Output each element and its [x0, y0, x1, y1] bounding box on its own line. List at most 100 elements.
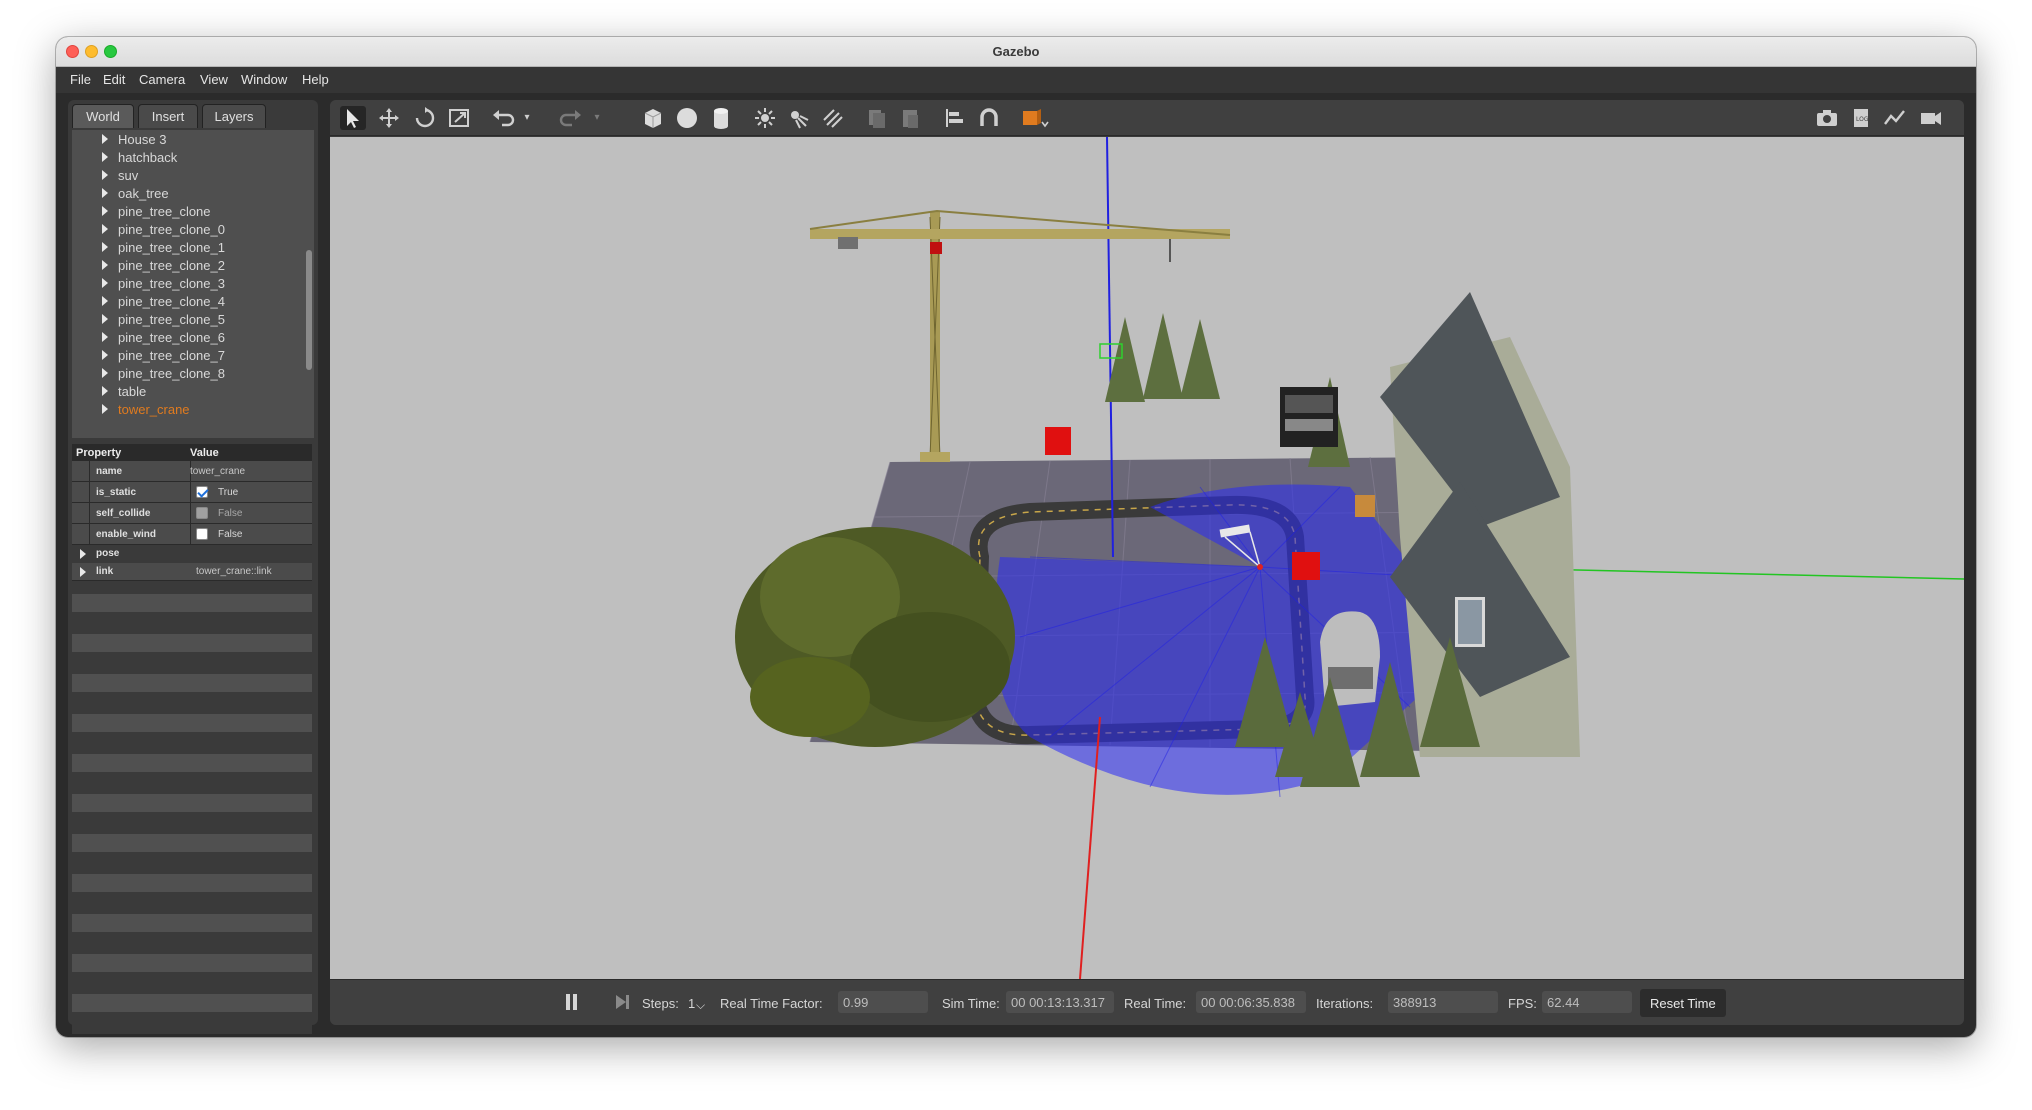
- view-angle-icon[interactable]: [1020, 106, 1049, 130]
- tree-item-pine-tree-clone-4[interactable]: pine_tree_clone_4: [72, 292, 292, 310]
- real-time-label: Real Time:: [1124, 996, 1187, 1011]
- expand-arrow-icon[interactable]: [102, 152, 108, 162]
- redo-icon[interactable]: [558, 106, 584, 130]
- expand-arrow-icon[interactable]: [80, 549, 86, 559]
- table-model[interactable]: [1355, 495, 1375, 517]
- tree-item-pine-tree-clone-1[interactable]: pine_tree_clone_1: [72, 238, 292, 256]
- undo-dropdown-icon[interactable]: ▾: [520, 106, 534, 130]
- spot-light-icon[interactable]: [786, 106, 812, 130]
- menu-help[interactable]: Help: [302, 72, 329, 87]
- property-row-is-static[interactable]: is_static True: [72, 482, 312, 503]
- tree-item-table[interactable]: table: [72, 382, 292, 400]
- reset-time-button[interactable]: Reset Time: [1640, 989, 1726, 1017]
- scale-mode-icon[interactable]: [446, 106, 472, 130]
- record-video-icon[interactable]: [1918, 106, 1944, 130]
- empty-property-row: [72, 714, 312, 732]
- tree-item-house-3[interactable]: House 3: [72, 130, 292, 148]
- expand-arrow-icon[interactable]: [102, 170, 108, 180]
- expand-arrow-icon[interactable]: [102, 224, 108, 234]
- iterations-field: 388913: [1388, 991, 1498, 1013]
- tab-world[interactable]: World: [72, 104, 134, 128]
- empty-property-row: [72, 634, 312, 652]
- tree-item-pine-tree-clone-3[interactable]: pine_tree_clone_3: [72, 274, 292, 292]
- red-box-1[interactable]: [1045, 427, 1071, 455]
- 3d-viewport[interactable]: [330, 137, 1964, 979]
- tree-item-pine-tree-clone-5[interactable]: pine_tree_clone_5: [72, 310, 292, 328]
- expand-arrow-icon[interactable]: [102, 386, 108, 396]
- sphere-shape-icon[interactable]: [674, 106, 700, 130]
- translate-mode-icon[interactable]: [376, 106, 402, 130]
- point-light-icon[interactable]: [752, 106, 778, 130]
- copy-icon[interactable]: [864, 106, 890, 130]
- pause-icon[interactable]: [573, 994, 577, 1010]
- real-time-factor-field: 0.99: [838, 991, 928, 1013]
- enable-wind-checkbox[interactable]: [196, 528, 208, 540]
- expand-arrow-icon[interactable]: [102, 242, 108, 252]
- steps-value[interactable]: 1: [688, 996, 695, 1011]
- menu-file[interactable]: File: [70, 72, 91, 87]
- is-static-checkbox[interactable]: [196, 486, 208, 498]
- log-icon[interactable]: LOG: [1848, 106, 1874, 130]
- expand-arrow-icon[interactable]: [102, 404, 108, 414]
- scene-render[interactable]: [330, 137, 1964, 979]
- redo-dropdown-icon[interactable]: ▾: [590, 106, 604, 130]
- suv-model[interactable]: [1280, 387, 1338, 447]
- property-row-self-collide[interactable]: self_collide False: [72, 503, 312, 524]
- screenshot-camera-icon[interactable]: [1814, 106, 1840, 130]
- tree-item-pine-tree-clone-7[interactable]: pine_tree_clone_7: [72, 346, 292, 364]
- tree-item-suv[interactable]: suv: [72, 166, 292, 184]
- model-tree[interactable]: House 3 hatchback suv oak_tree pine_tree…: [72, 130, 314, 438]
- tree-item-pine-tree-clone-8[interactable]: pine_tree_clone_8: [72, 364, 292, 382]
- property-row-name[interactable]: name tower_crane: [72, 461, 312, 482]
- tree-scrollbar[interactable]: [306, 250, 312, 370]
- tree-item-pine-tree-clone-6[interactable]: pine_tree_clone_6: [72, 328, 292, 346]
- property-row-pose[interactable]: pose: [72, 545, 312, 563]
- box-shape-icon[interactable]: [640, 106, 666, 130]
- menu-window[interactable]: Window: [241, 72, 287, 87]
- tree-item-hatchback[interactable]: hatchback: [72, 148, 292, 166]
- tab-layers[interactable]: Layers: [202, 104, 266, 128]
- tree-item-tower-crane[interactable]: tower_crane: [72, 400, 292, 418]
- tab-insert[interactable]: Insert: [138, 104, 198, 128]
- step-forward-icon[interactable]: [614, 994, 630, 1015]
- expand-arrow-icon[interactable]: [102, 188, 108, 198]
- align-icon[interactable]: [942, 106, 968, 130]
- undo-icon[interactable]: [490, 106, 516, 130]
- property-row-enable-wind[interactable]: enable_wind False: [72, 524, 312, 545]
- red-box-2[interactable]: [1292, 552, 1320, 580]
- menu-edit[interactable]: Edit: [103, 72, 125, 87]
- tree-item-pine-tree-clone-2[interactable]: pine_tree_clone_2: [72, 256, 292, 274]
- expand-arrow-icon[interactable]: [102, 260, 108, 270]
- snap-magnet-icon[interactable]: [976, 106, 1002, 130]
- expand-arrow-icon[interactable]: [102, 314, 108, 324]
- expand-arrow-icon[interactable]: [102, 350, 108, 360]
- steps-chevron-down-icon[interactable]: ⌵: [696, 998, 705, 1013]
- expand-arrow-icon[interactable]: [102, 368, 108, 378]
- tree-item-oak-tree[interactable]: oak_tree: [72, 184, 292, 202]
- tree-item-pine-tree-clone-0[interactable]: pine_tree_clone_0: [72, 220, 292, 238]
- empty-property-row: [72, 914, 312, 932]
- empty-property-row: [72, 594, 312, 612]
- expand-arrow-icon[interactable]: [102, 296, 108, 306]
- paste-icon[interactable]: [898, 106, 924, 130]
- oak-tree-model[interactable]: [735, 527, 1015, 747]
- directional-light-icon[interactable]: [820, 106, 846, 130]
- plot-icon[interactable]: [1882, 106, 1908, 130]
- sim-time-field: 00 00:13:13.317: [1006, 991, 1114, 1013]
- cylinder-shape-icon[interactable]: [708, 106, 734, 130]
- property-row-link[interactable]: link tower_crane::link: [72, 563, 312, 581]
- expand-arrow-icon[interactable]: [102, 134, 108, 144]
- menu-view[interactable]: View: [200, 72, 228, 87]
- rotate-mode-icon[interactable]: [412, 106, 438, 130]
- expand-arrow-icon[interactable]: [102, 278, 108, 288]
- tree-item-pine-tree-clone[interactable]: pine_tree_clone: [72, 202, 292, 220]
- expand-arrow-icon[interactable]: [80, 567, 86, 577]
- title-bar: Gazebo: [56, 37, 1976, 67]
- expand-arrow-icon[interactable]: [102, 332, 108, 342]
- self-collide-checkbox[interactable]: [196, 507, 208, 519]
- expand-arrow-icon[interactable]: [102, 206, 108, 216]
- window-title: Gazebo: [992, 44, 1040, 59]
- select-mode-icon[interactable]: [340, 106, 366, 130]
- empty-property-row: [72, 874, 312, 892]
- menu-camera[interactable]: Camera: [139, 72, 185, 87]
